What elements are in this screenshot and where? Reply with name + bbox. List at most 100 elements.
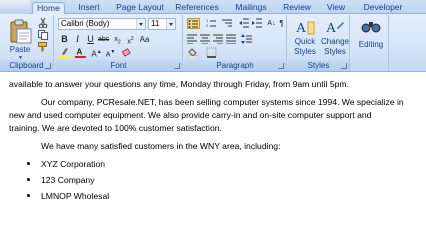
shading-button[interactable] [186, 47, 199, 59]
list-item: 123 Company [41, 175, 95, 185]
multilevel-list-icon [222, 19, 232, 27]
justify-button[interactable] [226, 34, 237, 45]
tab-view[interactable]: View [324, 2, 348, 14]
grow-font-button[interactable]: A▲ [91, 47, 102, 59]
styles-dialog-launcher[interactable] [341, 63, 347, 69]
italic-button[interactable]: I [72, 34, 83, 45]
highlighter-icon [59, 48, 70, 58]
border-icon [206, 47, 217, 58]
tab-insert[interactable]: Insert [74, 2, 104, 14]
multilevel-list-button[interactable] [222, 18, 233, 29]
document-line-4: training. We are devoted to 100% custome… [9, 123, 222, 133]
document-line-3: new and used computer equipment. We also… [9, 110, 372, 120]
font-color-icon: A [75, 48, 86, 58]
change-styles-label-2: Styles [324, 47, 346, 56]
ribbon: Paste ▼ Clipboard Calibri (Body) 11 B I [0, 14, 426, 72]
highlight-button[interactable] [59, 47, 70, 58]
clipboard-dialog-launcher[interactable] [45, 63, 51, 69]
format-painter-icon[interactable] [38, 42, 48, 52]
tab-home[interactable]: Home [32, 2, 65, 14]
binoculars-icon [361, 22, 381, 33]
align-right-button[interactable] [213, 34, 224, 45]
paragraph-group-label: Paragraph [184, 60, 286, 71]
superscript-button[interactable]: x2 [125, 34, 136, 45]
bold-button[interactable]: B [59, 34, 70, 45]
svg-text:A: A [326, 21, 337, 36]
change-styles-button[interactable]: A Change Styles [319, 17, 349, 59]
shrink-font-button[interactable]: A▼ [105, 47, 116, 58]
bullet-list-icon [188, 20, 198, 28]
align-left-button[interactable] [187, 34, 198, 45]
quick-styles-label-1: Quick [294, 37, 316, 46]
font-size-combo[interactable]: 11 [148, 18, 176, 30]
show-formatting-button[interactable]: ¶ [276, 18, 287, 29]
eraser-icon [121, 48, 131, 57]
change-case-button[interactable]: Aa [139, 34, 150, 45]
clipboard-group: Paste ▼ Clipboard [0, 15, 54, 71]
font-dialog-launcher[interactable] [174, 63, 180, 69]
document-body[interactable]: available to answer your questions any t… [0, 73, 426, 240]
bullets-button[interactable] [187, 18, 200, 29]
align-right-icon [213, 34, 223, 45]
paragraph-group: 1 2 A↓ ¶ Paragraph [184, 15, 287, 71]
justify-icon [226, 34, 236, 45]
font-size-value: 11 [151, 19, 160, 28]
decrease-indent-button[interactable] [239, 18, 250, 29]
font-name-value: Calibri (Body) [61, 19, 110, 28]
quick-styles-button[interactable]: A Quick Styles [290, 17, 318, 59]
tab-references[interactable]: References [174, 2, 220, 14]
document-line-1: available to answer your questions any t… [9, 79, 349, 89]
tab-mailings[interactable]: Mailings [232, 2, 270, 14]
office-button[interactable] [0, 0, 30, 14]
ribbon-tab-row: Home Insert Page Layout References Maili… [0, 0, 426, 14]
change-styles-label-1: Change [320, 37, 350, 46]
quick-styles-icon: A [296, 21, 315, 36]
borders-button[interactable] [206, 47, 217, 58]
chevron-down-icon[interactable] [136, 19, 145, 29]
font-color-button[interactable]: A [75, 47, 86, 58]
change-styles-icon: A [326, 21, 344, 36]
font-name-combo[interactable]: Calibri (Body) [58, 18, 146, 30]
list-item: LMNOP Wholesal [41, 191, 110, 201]
align-center-button[interactable] [200, 34, 211, 45]
tab-page-layout[interactable]: Page Layout [116, 2, 164, 14]
paste-icon [10, 19, 32, 44]
decrease-indent-icon [239, 18, 249, 28]
font-group-label: Font [55, 60, 182, 71]
editing-label: Editing [358, 40, 384, 49]
bullet-marker [27, 194, 30, 197]
bullet-marker [27, 162, 30, 165]
cut-icon[interactable] [38, 18, 48, 28]
editing-button[interactable]: Editing [353, 17, 387, 57]
quick-styles-label-2: Styles [294, 47, 316, 56]
tab-developer[interactable]: Developer [362, 2, 404, 14]
styles-group-label: Styles [288, 60, 349, 71]
paste-label: Paste [9, 45, 31, 54]
increase-indent-icon [252, 18, 262, 28]
document-line-5: We have many satisfied customers in the … [41, 141, 281, 151]
svg-text:2: 2 [206, 23, 209, 28]
paragraph-dialog-launcher[interactable] [278, 63, 284, 69]
subscript-button[interactable]: x2 [112, 34, 123, 45]
copy-icon[interactable] [38, 30, 48, 40]
svg-text:A: A [77, 48, 83, 57]
styles-group: A Quick Styles A Change Styles Styles [288, 15, 350, 71]
underline-button[interactable]: U [85, 34, 96, 45]
tab-review[interactable]: Review [282, 2, 312, 14]
bullet-marker [27, 178, 30, 181]
line-spacing-button[interactable] [241, 34, 252, 45]
align-left-icon [187, 34, 197, 45]
paste-button[interactable]: Paste ▼ [4, 17, 34, 61]
svg-text:A: A [296, 21, 307, 36]
strikethrough-button[interactable]: abc [98, 34, 109, 45]
numbered-list-icon: 1 2 [206, 18, 216, 28]
line-spacing-icon [241, 34, 252, 44]
font-group: Calibri (Body) 11 B I U abc x2 x2 Aa A A… [55, 15, 183, 71]
chevron-down-icon[interactable] [166, 19, 175, 29]
document-paragraph-indent-line: Our company, PCResale.NET, has been sell… [41, 97, 404, 107]
editing-group: Editing [351, 15, 389, 71]
numbering-button[interactable]: 1 2 [206, 18, 217, 29]
increase-indent-button[interactable] [252, 18, 263, 29]
clear-formatting-button[interactable] [121, 47, 132, 58]
align-center-icon [200, 34, 210, 45]
